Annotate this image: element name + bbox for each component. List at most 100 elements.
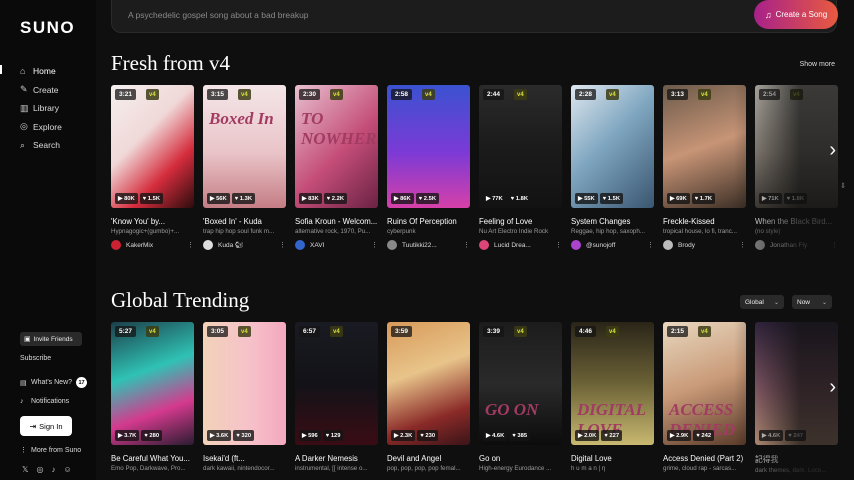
song-title[interactable]: Digital Love	[571, 454, 654, 463]
more-options-icon[interactable]: ⋮	[830, 241, 838, 249]
duration-badge: 4:46	[575, 326, 597, 337]
artist-name[interactable]: XAVI	[310, 242, 370, 249]
song-cover[interactable]: 5:27 v4 ▶ 3.7K ♥ 280	[111, 322, 194, 445]
subscribe-link[interactable]: Subscribe	[20, 355, 51, 362]
song-title[interactable]: Go on	[479, 454, 562, 463]
avatar[interactable]	[295, 240, 305, 250]
song-card[interactable]: 2:28 v4 ▶ 55K ♥ 1.5K System Changes Reggae, h…	[571, 85, 654, 250]
nav-item-explore[interactable]: ◎ Explore	[20, 118, 62, 137]
song-card[interactable]: 3:05 v4 ▶ 3.6K ♥ 320 Isekai'd (ft... dark kaw…	[203, 322, 286, 472]
whats-new-link[interactable]: ▤ What's New? 17	[20, 377, 88, 388]
song-card[interactable]: 3:21 v4 ▶ 80K ♥ 1.5K 'Know You' by... Hypnago…	[111, 85, 194, 250]
nav-item-search[interactable]: ⌕ Search	[20, 136, 62, 155]
song-cover[interactable]: 2:58 v4 ▶ 86K ♥ 2.5K	[387, 85, 470, 208]
song-cover[interactable]: 3:13 v4 ▶ 69K ♥ 1.7K	[663, 85, 746, 208]
artist-name[interactable]: @sunojoff	[586, 242, 646, 249]
next-arrow-icon[interactable]: ›	[829, 139, 836, 162]
song-title[interactable]: 'Know You' by...	[111, 217, 194, 226]
show-more-link[interactable]: Show more	[800, 61, 835, 68]
avatar[interactable]	[571, 240, 581, 250]
create-song-button[interactable]: ♫ Create a Song	[754, 0, 838, 29]
song-card[interactable]: 3:59 ▶ 2.3K ♥ 230 Devil and Angel pop, pop, …	[387, 322, 470, 472]
next-arrow-icon[interactable]: ›	[829, 376, 836, 399]
artist-name[interactable]: Kuda 🐿	[218, 241, 278, 249]
song-card[interactable]: 5:27 v4 ▶ 3.7K ♥ 280 Be Careful What You... E…	[111, 322, 194, 472]
nav-item-home[interactable]: ⌂ Home	[20, 62, 62, 81]
song-card[interactable]: Boxed In 3:15 v4 ▶ 56K ♥ 1.3K 'Boxed In' - Ku…	[203, 85, 286, 250]
song-title[interactable]: 記得我	[755, 454, 838, 465]
more-options-icon[interactable]: ⋮	[186, 241, 194, 249]
song-cover[interactable]: 2:44 v4 ▶ 77K ♥ 1.8K	[479, 85, 562, 208]
time-filter-select[interactable]: Now ⌄	[792, 295, 832, 309]
song-cover[interactable]: Boxed In 3:15 v4 ▶ 56K ♥ 1.3K	[203, 85, 286, 208]
song-title[interactable]: When the Black Bird...	[755, 217, 838, 226]
nav-item-library[interactable]: ▥ Library	[20, 99, 62, 118]
notifications-link[interactable]: ♪ Notifications	[20, 398, 69, 405]
song-card[interactable]: GO ON 3:39 v4 ▶ 4.6K ♥ 385 Go on High-energy E…	[479, 322, 562, 472]
song-cover[interactable]: ACCESS DENIED2:15v4▶ 2.9K♥ 242	[663, 322, 746, 445]
nav-item-create[interactable]: ✎ Create	[20, 81, 62, 100]
song-title[interactable]: System Changes	[571, 217, 654, 226]
song-title[interactable]: A Darker Nemesis	[295, 454, 378, 463]
song-prompt-input[interactable]	[128, 10, 628, 20]
song-cover[interactable]: ▶ 4.6K ♥ 247	[755, 322, 838, 445]
invite-friends-button[interactable]: ▣ Invite Friends	[20, 332, 82, 346]
song-card[interactable]: 6:57 v4 ▶ 596 ♥ 129 A Darker Nemesis instrume…	[295, 322, 378, 472]
artist-name[interactable]: Tuutikki22...	[402, 242, 462, 249]
more-options-icon[interactable]: ⋮	[646, 241, 654, 249]
song-card[interactable]: 3:13 v4 ▶ 69K ♥ 1.7K Freckle-Kissed tropical …	[663, 85, 746, 250]
tiktok-icon[interactable]: ♪	[51, 465, 55, 474]
version-badge: v4	[698, 89, 711, 100]
more-options-icon[interactable]: ⋮	[278, 241, 286, 249]
artist-name[interactable]: KakerMix	[126, 242, 186, 249]
song-title[interactable]: Access Denied (Part 2)	[663, 454, 746, 463]
avatar[interactable]	[755, 240, 765, 250]
song-cover[interactable]: DIGITAL LOVE 4:46 v4 ▶ 2.0K ♥ 227	[571, 322, 654, 445]
song-title[interactable]: Feeling of Love	[479, 217, 562, 226]
whats-new-count-badge: 17	[76, 377, 88, 388]
more-options-icon[interactable]: ⋮	[738, 241, 746, 249]
more-options-icon[interactable]: ⋮	[370, 241, 378, 249]
instagram-icon[interactable]: ◎	[36, 465, 43, 474]
song-card[interactable]: DIGITAL LOVE 4:46 v4 ▶ 2.0K ♥ 227 Digital Lov…	[571, 322, 654, 472]
song-cover[interactable]: GO ON 3:39 v4 ▶ 4.6K ♥ 385	[479, 322, 562, 445]
play-count: ▶ 56K	[207, 193, 230, 204]
avatar[interactable]	[111, 240, 121, 250]
more-options-icon[interactable]: ⋮	[462, 241, 470, 249]
song-card[interactable]: 2:44 v4 ▶ 77K ♥ 1.8K Feeling of Love Nu Art E…	[479, 85, 562, 250]
avatar[interactable]	[663, 240, 673, 250]
song-card[interactable]: 2:58 v4 ▶ 86K ♥ 2.5K Ruins Of Perception cybe…	[387, 85, 470, 250]
song-card[interactable]: TO NOWHERE 2:30 v4 ▶ 83K♥ 2.2K Sofia Kroun -…	[295, 85, 378, 250]
song-cover[interactable]: 3:59 ▶ 2.3K ♥ 230	[387, 322, 470, 445]
suno-logo[interactable]: SUNO	[20, 18, 75, 38]
artist-name[interactable]: Brody	[678, 242, 738, 249]
sign-in-button[interactable]: ⇥ Sign In	[20, 416, 72, 436]
song-title[interactable]: Sofia Kroun - Welcom...	[295, 217, 378, 226]
avatar[interactable]	[387, 240, 397, 250]
song-title[interactable]: Freckle-Kissed	[663, 217, 746, 226]
song-cover[interactable]: 6:57 v4 ▶ 596 ♥ 129	[295, 322, 378, 445]
more-options-icon[interactable]: ⋮	[554, 241, 562, 249]
song-card[interactable]: ACCESS DENIED2:15v4▶ 2.9K♥ 242 Access Den…	[663, 322, 746, 472]
song-title[interactable]: 'Boxed In' - Kuda	[203, 217, 286, 226]
avatar[interactable]	[479, 240, 489, 250]
artist-name[interactable]: Jonathan Fly	[770, 242, 830, 249]
download-icon[interactable]: ⇩	[840, 182, 846, 190]
more-from-suno-link[interactable]: ⋮ More from Suno	[20, 446, 81, 455]
artist-name[interactable]: Lucid Drea...	[494, 242, 554, 249]
song-title[interactable]: Devil and Angel	[387, 454, 470, 463]
song-title[interactable]: Isekai'd (ft...	[203, 454, 286, 463]
song-cover[interactable]: 3:21 v4 ▶ 80K ♥ 1.5K	[111, 85, 194, 208]
song-card[interactable]: ▶ 4.6K ♥ 247 記得我 dark themes, dark, Loco...	[755, 322, 838, 474]
region-filter-select[interactable]: Global ⌄	[740, 295, 784, 309]
avatar[interactable]	[203, 240, 213, 250]
song-title[interactable]: Ruins Of Perception	[387, 217, 470, 226]
song-card[interactable]: 2:54 v4 ▶ 71K ♥ 1.8K When the Black Bird... (…	[755, 85, 838, 250]
song-title[interactable]: Be Careful What You...	[111, 454, 194, 463]
song-cover[interactable]: 3:05 v4 ▶ 3.6K ♥ 320	[203, 322, 286, 445]
song-cover[interactable]: 2:54 v4 ▶ 71K ♥ 1.8K	[755, 85, 838, 208]
song-cover[interactable]: 2:28 v4 ▶ 55K ♥ 1.5K	[571, 85, 654, 208]
discord-icon[interactable]: ☺	[63, 465, 71, 474]
song-cover[interactable]: TO NOWHERE 2:30 v4 ▶ 83K♥ 2.2K	[295, 85, 378, 208]
x-icon[interactable]: 𝕏	[22, 465, 28, 474]
